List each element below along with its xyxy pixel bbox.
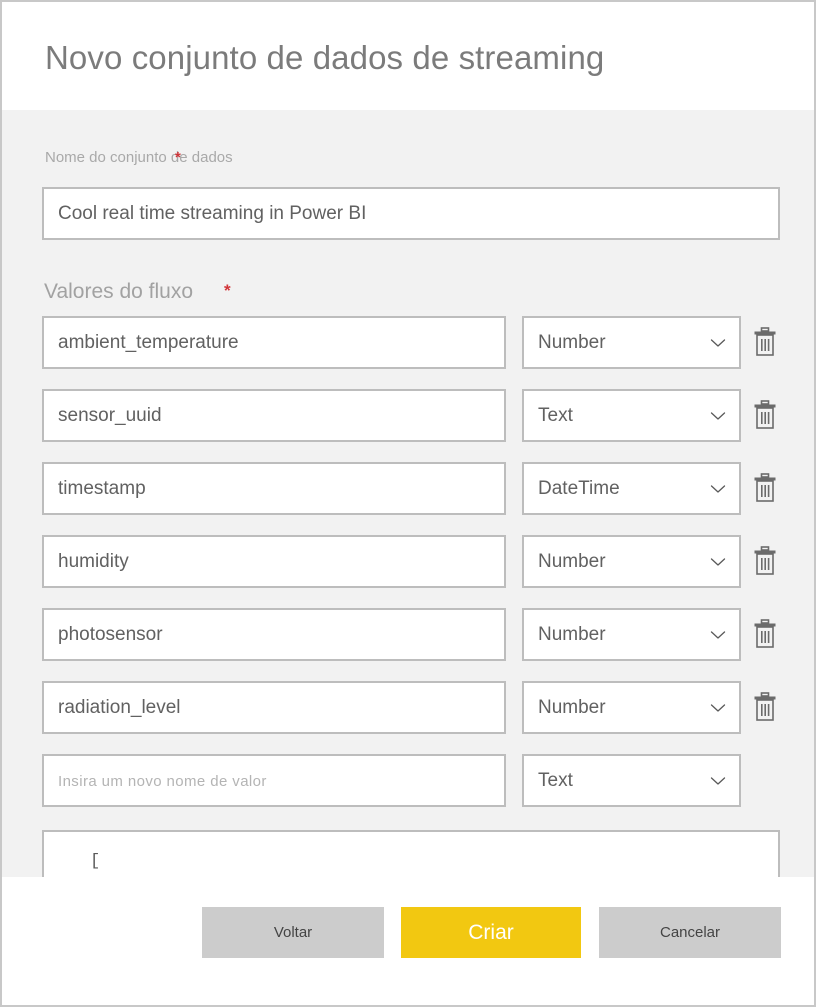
stream-value-type-label: Text <box>538 756 573 805</box>
chevron-down-icon <box>710 555 726 569</box>
stream-values-required-asterisk: * <box>224 278 231 304</box>
stream-value-type-select[interactable]: Number <box>522 316 741 369</box>
stream-value-type-label: Text <box>538 391 573 440</box>
stream-value-row: Number <box>2 316 814 389</box>
chevron-down-icon <box>710 482 726 496</box>
dialog-header: Novo conjunto de dados de streaming <box>2 2 814 110</box>
trash-icon <box>752 619 778 649</box>
stream-value-row: Number <box>2 681 814 754</box>
stream-value-type-select[interactable]: Number <box>522 535 741 588</box>
stream-values-row-list: Number Text DateTime Number Number Number Text <box>2 316 814 827</box>
delete-row-button[interactable] <box>752 546 778 576</box>
trash-icon <box>752 327 778 357</box>
trash-icon <box>752 473 778 503</box>
dialog-body: Nome do conjunto de dados * Valores do f… <box>2 110 814 877</box>
dataset-name-required-asterisk: * <box>175 148 181 168</box>
cancel-button[interactable]: Cancelar <box>599 907 781 958</box>
dialog-footer: Voltar Criar Cancelar <box>2 877 814 1005</box>
trash-icon <box>752 546 778 576</box>
delete-row-button[interactable] <box>752 692 778 722</box>
stream-value-row: Text <box>2 389 814 462</box>
create-button[interactable]: Criar <box>401 907 581 958</box>
delete-row-button[interactable] <box>752 619 778 649</box>
stream-value-row: DateTime <box>2 462 814 535</box>
trash-icon <box>752 692 778 722</box>
stream-value-type-label: Number <box>538 318 606 367</box>
stream-value-name-input[interactable] <box>42 681 506 734</box>
chevron-down-icon <box>710 336 726 350</box>
stream-value-type-select[interactable]: Text <box>522 389 741 442</box>
stream-value-name-input[interactable] <box>42 389 506 442</box>
stream-value-name-input[interactable] <box>42 608 506 661</box>
stream-value-type-label: Number <box>538 610 606 659</box>
stream-value-type-select[interactable]: Number <box>522 608 741 661</box>
chevron-down-icon <box>710 628 726 642</box>
stream-value-type-select[interactable]: Number <box>522 681 741 734</box>
delete-row-button[interactable] <box>752 473 778 503</box>
stream-value-type-label: Number <box>538 683 606 732</box>
stream-value-name-input[interactable] <box>42 462 506 515</box>
chevron-down-icon <box>710 774 726 788</box>
delete-row-button[interactable] <box>752 327 778 357</box>
back-button[interactable]: Voltar <box>202 907 384 958</box>
trash-icon <box>752 400 778 430</box>
stream-value-type-label: DateTime <box>538 464 620 513</box>
stream-value-name-input[interactable] <box>42 316 506 369</box>
stream-value-type-label: Number <box>538 537 606 586</box>
delete-row-button[interactable] <box>752 400 778 430</box>
page-title: Novo conjunto de dados de streaming <box>45 38 604 78</box>
new-streaming-dataset-dialog: Novo conjunto de dados de streaming Nome… <box>0 0 816 1007</box>
stream-value-row: Number <box>2 535 814 608</box>
stream-value-name-input[interactable] <box>42 535 506 588</box>
dataset-name-label: Nome do conjunto de dados <box>45 148 233 168</box>
stream-values-label: Valores do fluxo <box>44 279 193 305</box>
stream-value-type-select[interactable]: DateTime <box>522 462 741 515</box>
stream-value-row: Number <box>2 608 814 681</box>
stream-value-row: Text <box>2 754 814 827</box>
stream-value-name-input[interactable] <box>42 754 506 807</box>
chevron-down-icon <box>710 701 726 715</box>
json-preview-text: [ { <box>44 832 778 877</box>
json-preview-box[interactable]: [ { <box>42 830 780 877</box>
dataset-name-input[interactable] <box>42 187 780 240</box>
stream-value-type-select[interactable]: Text <box>522 754 741 807</box>
chevron-down-icon <box>710 409 726 423</box>
